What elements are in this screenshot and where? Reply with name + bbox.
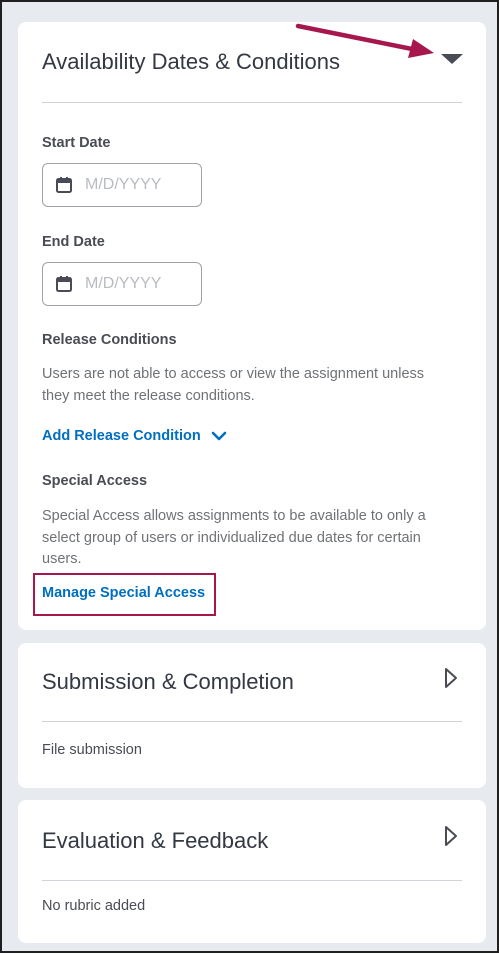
start-date-field[interactable]	[42, 163, 202, 207]
end-date-label: End Date	[42, 234, 105, 250]
availability-divider	[42, 102, 462, 103]
calendar-icon	[56, 276, 72, 292]
submission-divider	[42, 721, 462, 722]
availability-card: Availability Dates & Conditions Start Da…	[18, 22, 486, 630]
manage-special-access-link[interactable]: Manage Special Access	[42, 585, 205, 601]
evaluation-title: Evaluation & Feedback	[42, 828, 269, 853]
triangle-right-icon	[445, 668, 457, 688]
evaluation-divider	[42, 880, 462, 881]
start-date-label: Start Date	[42, 135, 111, 151]
end-date-field[interactable]	[42, 262, 202, 306]
calendar-icon	[56, 177, 72, 193]
chevron-down-icon	[211, 431, 227, 441]
release-conditions-description: Users are not able to access or view the…	[42, 366, 425, 404]
triangle-down-icon	[441, 54, 463, 64]
availability-title: Availability Dates & Conditions	[42, 49, 340, 74]
evaluation-expand-toggle[interactable]	[443, 825, 459, 847]
evaluation-summary: No rubric added	[42, 898, 146, 914]
end-date-input[interactable]	[85, 273, 193, 295]
add-release-condition-label: Add Release Condition	[42, 428, 201, 444]
triangle-right-icon	[445, 826, 457, 846]
submission-expand-toggle[interactable]	[443, 667, 459, 689]
release-conditions-heading: Release Conditions	[42, 332, 177, 348]
availability-collapse-toggle[interactable]	[440, 51, 464, 67]
special-access-heading: Special Access	[42, 473, 148, 489]
submission-card: Submission & Completion File submission	[18, 643, 486, 788]
start-date-input[interactable]	[85, 174, 193, 196]
submission-title: Submission & Completion	[42, 669, 294, 694]
submission-summary: File submission	[42, 742, 142, 758]
assignment-settings-panel: Availability Dates & Conditions Start Da…	[0, 0, 499, 953]
add-release-condition-link[interactable]: Add Release Condition	[42, 428, 227, 444]
special-access-description: Special Access allows assignments to be …	[42, 508, 426, 567]
evaluation-card: Evaluation & Feedback No rubric added	[18, 800, 486, 943]
